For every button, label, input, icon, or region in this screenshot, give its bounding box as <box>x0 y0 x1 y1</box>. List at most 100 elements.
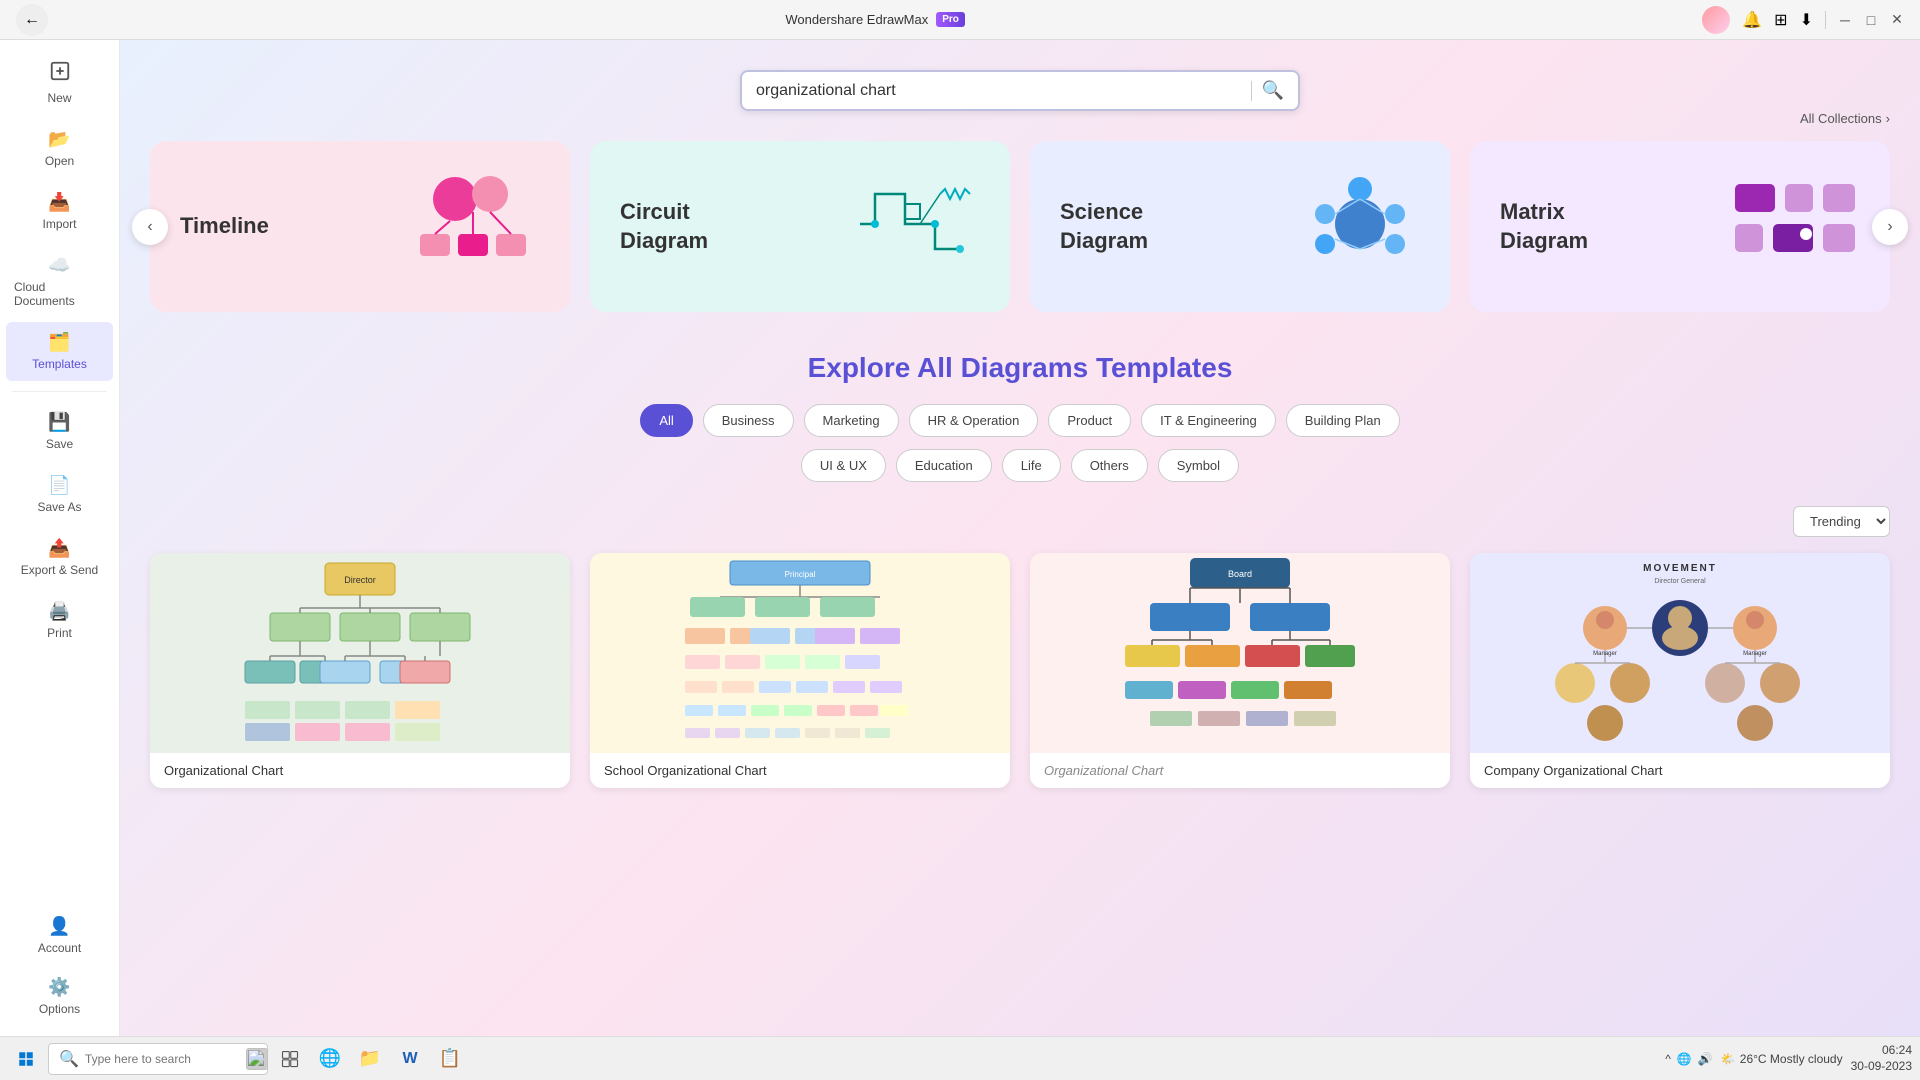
carousel-next-button[interactable]: › <box>1872 209 1908 245</box>
import-icon: 📥 <box>48 192 70 213</box>
save-icon: 💾 <box>48 412 70 433</box>
sort-row: Trending Newest Popular <box>150 506 1890 537</box>
saveas-icon: 📄 <box>48 475 70 496</box>
sidebar-label-templates: Templates <box>32 357 87 371</box>
carousel-label-circuit: CircuitDiagram <box>620 198 708 255</box>
download-icon[interactable]: ⬇ <box>1800 10 1813 30</box>
sidebar-label-options: Options <box>39 1002 80 1016</box>
svg-text:Manager: Manager <box>1593 651 1617 657</box>
close-button[interactable]: ✕ <box>1890 13 1904 27</box>
template-card-1[interactable]: Director <box>150 553 570 788</box>
file-explorer-icon[interactable]: 📁 <box>352 1041 388 1077</box>
filter-chip-building[interactable]: Building Plan <box>1286 404 1400 437</box>
app-icon-5[interactable]: 📋 <box>432 1041 468 1077</box>
filter-chip-business[interactable]: Business <box>703 404 794 437</box>
template-card-3[interactable]: Board <box>1030 553 1450 788</box>
app-title: Wondershare EdrawMax <box>785 12 928 27</box>
taskbar-right: ^ 🌐 🔊 🌤️ 26°C Mostly cloudy 06:24 30-09-… <box>1665 1043 1912 1074</box>
new-icon <box>49 60 71 87</box>
main-content: 🔍 All Collections › ‹ Timeline <box>120 40 1920 1036</box>
notification-icon[interactable]: 🔔 <box>1742 10 1762 30</box>
carousel-label-timeline: Timeline <box>180 212 269 241</box>
template-img-2: Principal <box>590 553 1010 753</box>
taskbar-search[interactable]: 🔍 <box>48 1043 268 1075</box>
template-grid: Director <box>150 553 1890 788</box>
sidebar-item-saveas[interactable]: 📄 Save As <box>6 465 113 524</box>
carousel-track: Timeline <box>150 141 1890 312</box>
svg-text:MOVEMENT: MOVEMENT <box>1643 563 1717 574</box>
minimize-button[interactable]: ─ <box>1838 13 1852 27</box>
all-collections-link[interactable]: All Collections › <box>1800 111 1890 126</box>
sort-select[interactable]: Trending Newest Popular <box>1793 506 1890 537</box>
volume-icon[interactable]: 🔊 <box>1698 1052 1713 1066</box>
sidebar-item-cloud[interactable]: ☁️ Cloud Documents <box>6 245 113 318</box>
title-bar: ← Wondershare EdrawMax Pro 🔔 ⊞ ⬇ ─ □ ✕ <box>0 0 1920 40</box>
all-collections-arrow: › <box>1886 111 1890 126</box>
sidebar-label-new: New <box>47 91 71 105</box>
filter-chip-life[interactable]: Life <box>1002 449 1061 482</box>
carousel-card-matrix[interactable]: MatrixDiagram <box>1470 141 1890 312</box>
filter-chip-product[interactable]: Product <box>1048 404 1131 437</box>
taskbar-search-input[interactable] <box>85 1052 240 1066</box>
sidebar-item-import[interactable]: 📥 Import <box>6 182 113 241</box>
filter-chip-others[interactable]: Others <box>1071 449 1148 482</box>
sidebar-label-save: Save <box>46 437 73 451</box>
export-icon: 📤 <box>48 538 70 559</box>
sidebar-item-save[interactable]: 💾 Save <box>6 402 113 461</box>
sidebar-bottom: 👤 Account ⚙️ Options <box>0 904 119 1028</box>
sidebar-item-templates[interactable]: 🗂️ Templates <box>6 322 113 381</box>
carousel-card-timeline[interactable]: Timeline <box>150 141 570 312</box>
taskbar-left: 🔍 🌐 📁 W 📋 <box>8 1041 468 1077</box>
back-button[interactable]: ← <box>16 4 48 36</box>
sidebar-label-cloud: Cloud Documents <box>14 280 105 308</box>
filter-chip-symbol[interactable]: Symbol <box>1158 449 1239 482</box>
explore-title: Explore All Diagrams Templates <box>150 352 1890 384</box>
sidebar-item-print[interactable]: 🖨️ Print <box>6 591 113 650</box>
svg-text:Director: Director <box>344 575 376 585</box>
clock-time: 06:24 <box>1851 1043 1912 1059</box>
taskbar: 🔍 🌐 📁 W 📋 ^ 🌐 🔊 🌤️ 26°C Mostly cloudy <box>0 1036 1920 1080</box>
word-icon[interactable]: W <box>392 1041 428 1077</box>
sidebar: New 📂 Open 📥 Import ☁️ Cloud Documents 🗂… <box>0 40 120 1036</box>
carousel-container: All Collections › ‹ Timeline <box>150 141 1890 312</box>
sidebar-item-open[interactable]: 📂 Open <box>6 119 113 178</box>
cortana-icon <box>246 1048 268 1070</box>
filter-chip-education[interactable]: Education <box>896 449 992 482</box>
app-title-area: Wondershare EdrawMax Pro <box>785 12 965 27</box>
grid-icon[interactable]: ⊞ <box>1774 10 1787 30</box>
carousel-card-circuit[interactable]: CircuitDiagram <box>590 141 1010 312</box>
sidebar-item-account[interactable]: 👤 Account <box>6 906 113 965</box>
user-avatar[interactable] <box>1702 6 1730 34</box>
filter-chip-it[interactable]: IT & Engineering <box>1141 404 1276 437</box>
sidebar-item-new[interactable]: New <box>6 50 113 115</box>
matrix-illustration <box>1730 179 1860 274</box>
template-card-2[interactable]: Principal <box>590 553 1010 788</box>
browser-icon[interactable]: 🌐 <box>312 1041 348 1077</box>
search-input[interactable] <box>756 82 1241 100</box>
explore-title-plain: Explore <box>808 352 917 383</box>
chevron-icon[interactable]: ^ <box>1665 1052 1671 1066</box>
sidebar-item-options[interactable]: ⚙️ Options <box>6 967 113 1026</box>
filter-chip-hr[interactable]: HR & Operation <box>909 404 1039 437</box>
filter-chip-ui[interactable]: UI & UX <box>801 449 886 482</box>
carousel-prev-button[interactable]: ‹ <box>132 209 168 245</box>
carousel-label-matrix: MatrixDiagram <box>1500 198 1588 255</box>
svg-text:Director General: Director General <box>1654 578 1706 585</box>
sidebar-label-account: Account <box>38 941 81 955</box>
network-icon[interactable]: 🌐 <box>1677 1052 1692 1066</box>
carousel-card-science[interactable]: ScienceDiagram <box>1030 141 1450 312</box>
template-card-4[interactable]: MOVEMENT Director General <box>1470 553 1890 788</box>
maximize-button[interactable]: □ <box>1864 13 1878 27</box>
search-box: 🔍 <box>740 70 1300 111</box>
template-title-3: Organizational Chart <box>1030 753 1450 788</box>
start-button[interactable] <box>8 1041 44 1077</box>
svg-text:Board: Board <box>1228 569 1252 579</box>
search-button[interactable]: 🔍 <box>1262 80 1284 101</box>
filter-chip-marketing[interactable]: Marketing <box>804 404 899 437</box>
filter-chip-all[interactable]: All <box>640 404 692 437</box>
pro-badge: Pro <box>936 12 965 27</box>
sidebar-item-export[interactable]: 📤 Export & Send <box>6 528 113 587</box>
sidebar-label-print: Print <box>47 626 72 640</box>
template-img-4: MOVEMENT Director General <box>1470 553 1890 753</box>
task-view-button[interactable] <box>272 1041 308 1077</box>
